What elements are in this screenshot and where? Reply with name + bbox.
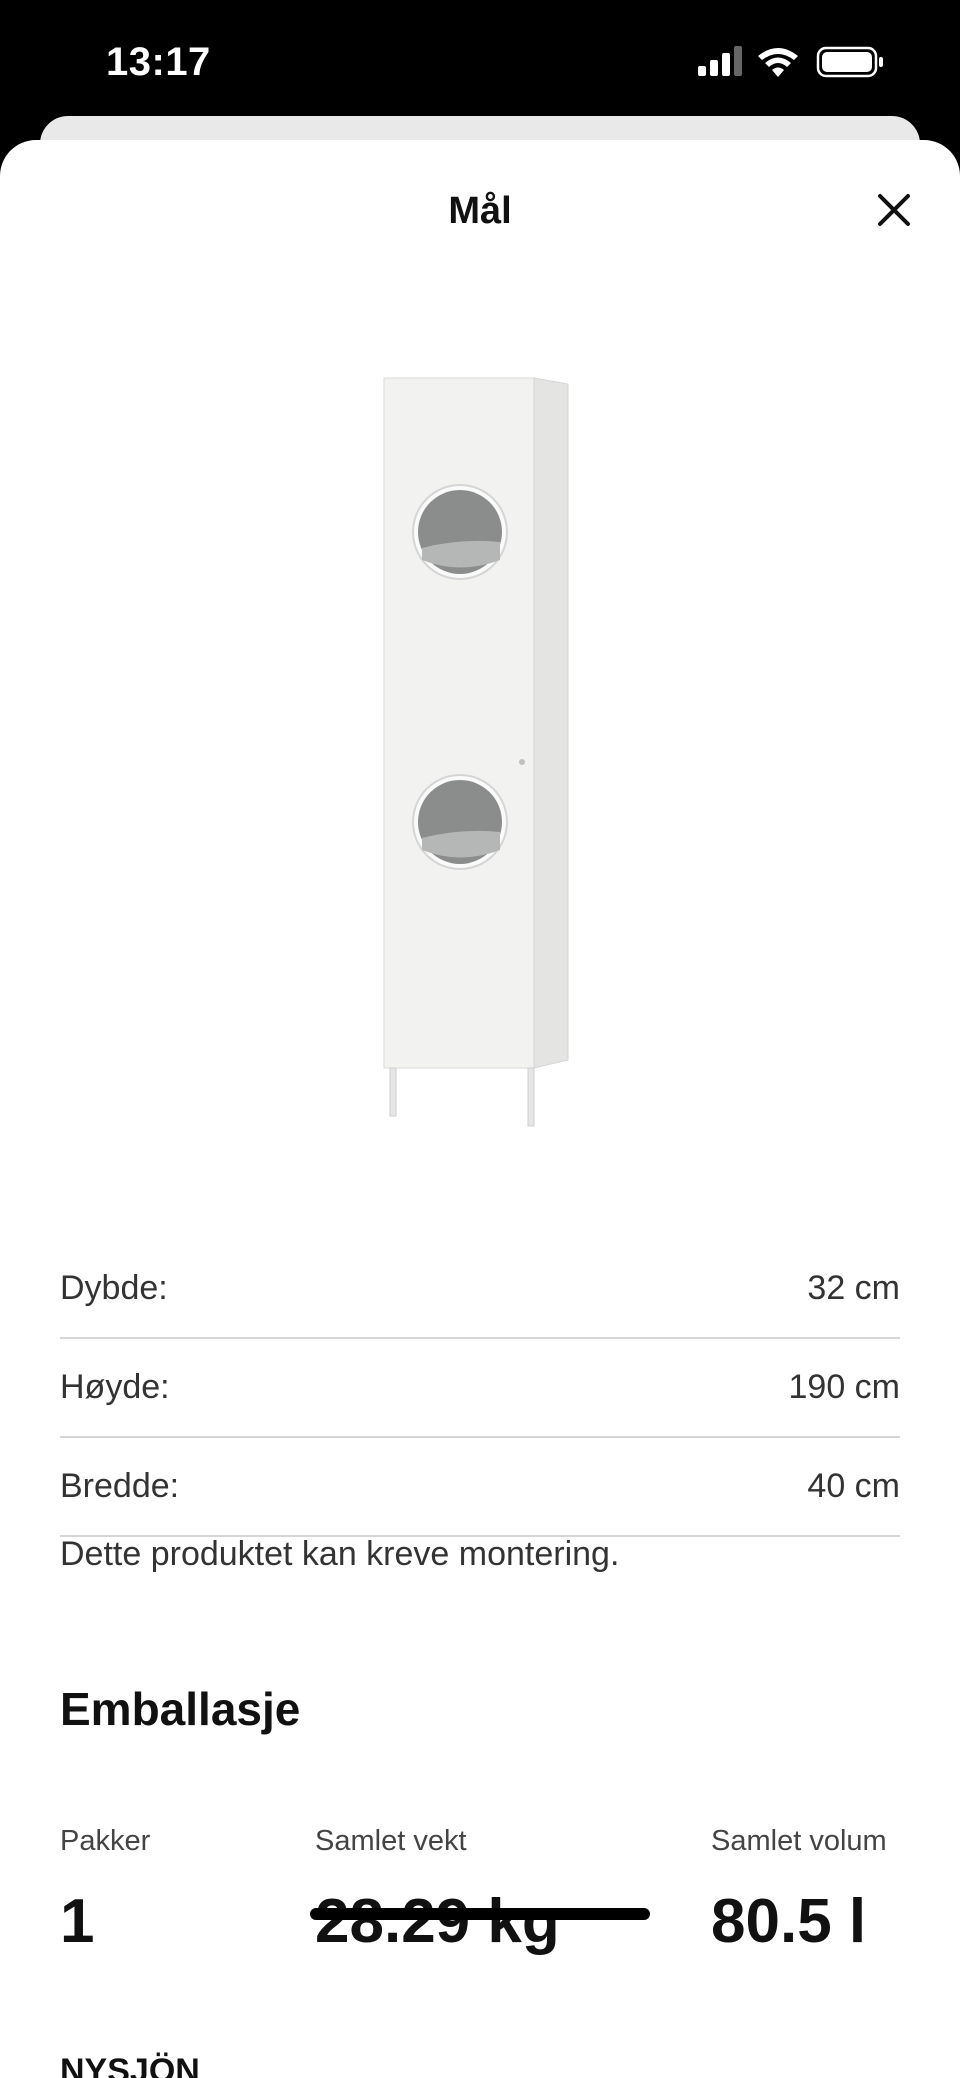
close-icon	[878, 194, 910, 226]
packaging-title: Emballasje	[60, 1683, 301, 1735]
dimensions-list: Dybde: 32 cm Høyde: 190 cm Bredde: 40 cm	[60, 1240, 900, 1537]
dimension-value: 190 cm	[788, 1368, 901, 1406]
packages-stat: Pakker 1	[60, 1825, 150, 1957]
next-section-title: NYSJÖN	[60, 2052, 200, 2078]
dimension-row-height: Høyde: 190 cm	[60, 1339, 900, 1438]
signal-icon	[698, 46, 742, 76]
dimension-row-depth: Dybde: 32 cm	[60, 1240, 900, 1339]
volume-label: Samlet volum	[711, 1825, 887, 1857]
volume-stat: Samlet volum 80.5 l	[711, 1825, 887, 1957]
packages-value: 1	[60, 1887, 95, 1956]
assembly-note: Dette produktet kan kreve montering.	[60, 1535, 620, 1573]
close-button[interactable]	[868, 184, 920, 236]
dimension-label: Dybde:	[60, 1269, 168, 1307]
dimension-row-width: Bredde: 40 cm	[60, 1438, 900, 1537]
weight-label: Samlet vekt	[315, 1825, 467, 1857]
dimension-label: Bredde:	[60, 1467, 180, 1505]
status-icons	[698, 44, 898, 89]
wifi-icon	[758, 48, 798, 77]
battery-icon	[816, 46, 883, 78]
dimension-label: Høyde:	[60, 1368, 170, 1406]
weight-stat: Samlet vekt 28.29 kg	[315, 1825, 560, 1957]
home-indicator[interactable]	[310, 1908, 650, 1920]
status-time: 13:17	[106, 40, 211, 84]
sheet-title: Mål	[448, 190, 512, 232]
status-bar: 13:17	[0, 0, 960, 120]
packages-label: Pakker	[60, 1825, 151, 1857]
dimension-value: 32 cm	[807, 1269, 900, 1307]
dimensions-sheet: Mål Dybde: 32 cm Høyde: 190 cm Bredde: 4…	[0, 140, 960, 2078]
volume-value: 80.5 l	[711, 1887, 867, 1956]
product-image	[383, 377, 569, 1127]
weight-value: 28.29 kg	[315, 1887, 560, 1956]
dimension-value: 40 cm	[807, 1467, 900, 1505]
